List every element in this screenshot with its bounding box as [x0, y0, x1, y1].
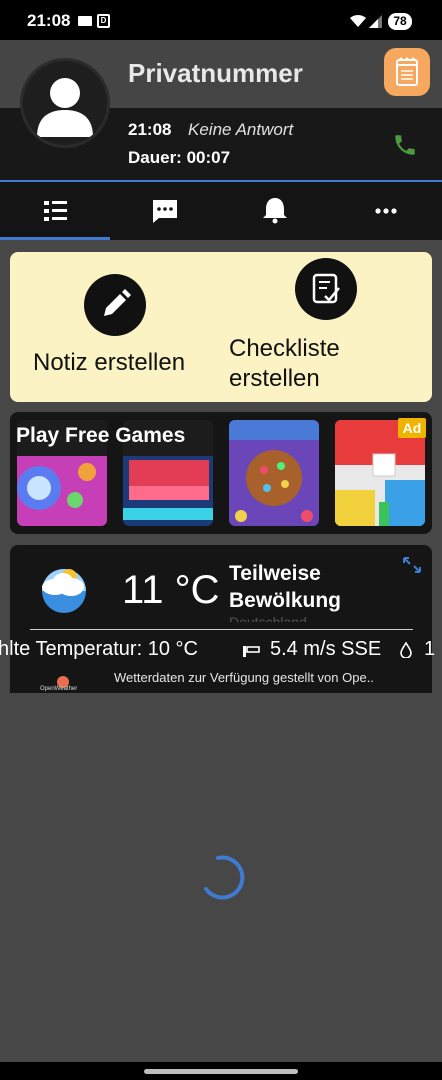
- person-icon: [37, 78, 93, 137]
- create-note-button[interactable]: Notiz erstellen: [20, 262, 210, 392]
- notes-button[interactable]: [384, 48, 430, 96]
- mail-icon: [78, 16, 92, 26]
- humidity-icon: [400, 642, 412, 658]
- weather-details-ticker: hlte Temperatur: 10 °C 5.4 m/s SSE 1: [0, 638, 442, 666]
- calendar-icon: D: [97, 14, 110, 28]
- loading-spinner-icon: [204, 855, 245, 900]
- create-note-circle: [84, 274, 146, 336]
- game-thumbnail-3[interactable]: [229, 420, 319, 526]
- ad-badge: Ad: [398, 418, 426, 438]
- tab-more[interactable]: [330, 182, 442, 237]
- tab-list[interactable]: [0, 182, 110, 237]
- checklist-icon: [312, 273, 340, 304]
- create-checklist-button[interactable]: Checkliste erstellen: [222, 254, 422, 396]
- call-time: 21:08: [128, 120, 172, 139]
- weather-description-line2: Bewölkung: [229, 589, 342, 612]
- weather-cloud-sun-icon: [42, 569, 86, 613]
- game-artwork-3: [229, 420, 319, 526]
- phone-icon[interactable]: [392, 132, 418, 158]
- create-checklist-label: Checkliste erstellen: [229, 334, 340, 394]
- caller-name: Privatnummer: [128, 58, 303, 88]
- wifi-icon: [350, 14, 366, 27]
- avatar: [20, 58, 110, 148]
- humidity-value: 1: [424, 638, 436, 660]
- checklist-label-line1: Checkliste: [229, 335, 340, 362]
- weather-divider: [30, 629, 413, 630]
- wind-speed: 5.4 m/s SSE: [270, 638, 382, 660]
- active-tab-indicator: [0, 237, 110, 240]
- gesture-handle[interactable]: [144, 1069, 298, 1074]
- message-icon: [153, 200, 177, 223]
- weather-temperature: 11 °C: [122, 568, 220, 612]
- expand-icon[interactable]: [402, 556, 422, 574]
- weather-credit: Wetterdaten zur Verfügung gestellt von O…: [114, 670, 374, 685]
- games-title: Play Free Games: [16, 424, 186, 447]
- signal-icon: [369, 15, 382, 28]
- tab-reminders[interactable]: [220, 182, 330, 237]
- notepad-icon: [396, 57, 418, 86]
- wind-icon: [243, 646, 260, 657]
- weather-description: Teilweise Bewölkung: [229, 560, 341, 614]
- weather-description-line1: Teilweise: [229, 562, 321, 585]
- bell-icon: [263, 198, 287, 224]
- weather-location: Deutschland: [229, 614, 307, 622]
- more-icon: [375, 208, 397, 214]
- list-icon: [44, 201, 67, 221]
- feels-like-temperature: hlte Temperatur: 10 °C: [0, 638, 198, 660]
- tab-messages[interactable]: [110, 182, 220, 237]
- call-status: Keine Antwort: [188, 120, 294, 139]
- openweather-logo: OpenWeather: [38, 676, 88, 693]
- battery-indicator: 78: [388, 13, 412, 30]
- call-duration: Dauer: 00:07: [128, 148, 231, 167]
- create-checklist-circle: [295, 258, 357, 320]
- openweather-logo-text: OpenWeather: [40, 686, 78, 692]
- status-time: 21:08: [27, 11, 71, 30]
- create-note-label: Notiz erstellen: [33, 349, 186, 376]
- pencil-icon: [104, 289, 131, 316]
- checklist-label-line2: erstellen: [229, 365, 320, 392]
